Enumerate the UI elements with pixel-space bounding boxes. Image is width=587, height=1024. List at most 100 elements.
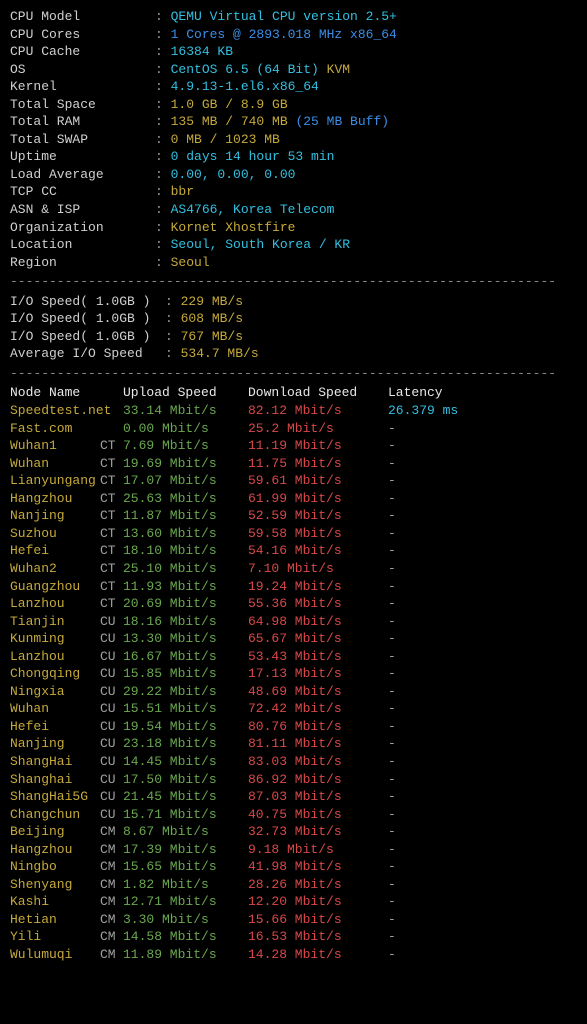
node-tag: CU xyxy=(100,771,123,789)
sys-row: Organization: Kornet Xhostfire xyxy=(10,219,577,237)
table-row: Wuhan2CT25.10 Mbit/s7.10 Mbit/s- xyxy=(10,560,577,578)
node-tag: CT xyxy=(100,578,123,596)
io-label: I/O Speed( 1.0GB ) xyxy=(10,328,165,346)
colon: : xyxy=(165,294,181,309)
latency: - xyxy=(388,789,396,804)
sys-label: ASN & ISP xyxy=(10,201,155,219)
upload-speed: 15.85 Mbit/s xyxy=(123,665,248,683)
table-row: Wuhan1CT7.69 Mbit/s11.19 Mbit/s- xyxy=(10,437,577,455)
node-tag: CM xyxy=(100,841,123,859)
latency: - xyxy=(388,912,396,927)
latency: - xyxy=(388,736,396,751)
upload-speed: 17.07 Mbit/s xyxy=(123,472,248,490)
upload-speed: 17.50 Mbit/s xyxy=(123,771,248,789)
sys-label: Location xyxy=(10,236,155,254)
table-row: NingxiaCU29.22 Mbit/s48.69 Mbit/s- xyxy=(10,683,577,701)
colon: : xyxy=(155,220,171,235)
node-name: Ningxia xyxy=(10,683,100,701)
table-row: HangzhouCM17.39 Mbit/s9.18 Mbit/s- xyxy=(10,841,577,859)
sys-row: CPU Model: QEMU Virtual CPU version 2.5+ xyxy=(10,8,577,26)
table-row: HetianCM3.30 Mbit/s15.66 Mbit/s- xyxy=(10,911,577,929)
sys-value: 4.9.13-1.el6.x86_64 xyxy=(171,79,319,94)
latency: - xyxy=(388,456,396,471)
node-tag: CU xyxy=(100,788,123,806)
sys-value-suffix: (25 MB Buff) xyxy=(288,114,389,129)
latency: - xyxy=(388,859,396,874)
colon: : xyxy=(155,9,171,24)
download-speed: 15.66 Mbit/s xyxy=(248,911,388,929)
node-name: Lianyungang xyxy=(10,472,100,490)
node-tag: CM xyxy=(100,946,123,964)
upload-speed: 15.71 Mbit/s xyxy=(123,806,248,824)
node-tag: CT xyxy=(100,560,123,578)
upload-speed: 15.65 Mbit/s xyxy=(123,858,248,876)
upload-speed: 19.54 Mbit/s xyxy=(123,718,248,736)
upload-speed: 11.89 Mbit/s xyxy=(123,946,248,964)
table-row: LanzhouCT20.69 Mbit/s55.36 Mbit/s- xyxy=(10,595,577,613)
download-speed: 25.2 Mbit/s xyxy=(248,420,388,438)
node-name: Shanghai xyxy=(10,771,100,789)
table-row: ShanghaiCU17.50 Mbit/s86.92 Mbit/s- xyxy=(10,771,577,789)
node-tag: CU xyxy=(100,683,123,701)
sys-label: CPU Model xyxy=(10,8,155,26)
sys-value: 0 days 14 hour 53 min xyxy=(171,149,335,164)
node-name: ShangHai xyxy=(10,753,100,771)
colon: : xyxy=(155,97,171,112)
node-name: Speedtest.net xyxy=(10,402,100,420)
latency: - xyxy=(388,491,396,506)
node-name: Yili xyxy=(10,928,100,946)
upload-speed: 12.71 Mbit/s xyxy=(123,893,248,911)
node-name: Tianjin xyxy=(10,613,100,631)
colon: : xyxy=(155,132,171,147)
io-label: I/O Speed( 1.0GB ) xyxy=(10,310,165,328)
latency: - xyxy=(388,807,396,822)
latency: - xyxy=(388,526,396,541)
sys-label: OS xyxy=(10,61,155,79)
sys-label: Kernel xyxy=(10,78,155,96)
colon: : xyxy=(165,329,181,344)
latency: 26.379 ms xyxy=(388,403,458,418)
latency: - xyxy=(388,701,396,716)
download-speed: 87.03 Mbit/s xyxy=(248,788,388,806)
upload-speed: 1.82 Mbit/s xyxy=(123,876,248,894)
io-speed-block: I/O Speed( 1.0GB ): 229 MB/sI/O Speed( 1… xyxy=(10,293,577,363)
node-name: Chongqing xyxy=(10,665,100,683)
latency: - xyxy=(388,561,396,576)
download-speed: 41.98 Mbit/s xyxy=(248,858,388,876)
node-tag: CT xyxy=(100,507,123,525)
node-name: Wulumuqi xyxy=(10,946,100,964)
table-row: ShangHai5GCU21.45 Mbit/s87.03 Mbit/s- xyxy=(10,788,577,806)
upload-speed: 17.39 Mbit/s xyxy=(123,841,248,859)
download-speed: 19.24 Mbit/s xyxy=(248,578,388,596)
node-name: Lanzhou xyxy=(10,595,100,613)
node-name: Hetian xyxy=(10,911,100,929)
node-name: Hefei xyxy=(10,718,100,736)
table-row: WuhanCT19.69 Mbit/s11.75 Mbit/s- xyxy=(10,455,577,473)
download-speed: 7.10 Mbit/s xyxy=(248,560,388,578)
latency: - xyxy=(388,824,396,839)
download-speed: 54.16 Mbit/s xyxy=(248,542,388,560)
table-row: NanjingCU23.18 Mbit/s81.11 Mbit/s- xyxy=(10,735,577,753)
node-name: Wuhan2 xyxy=(10,560,100,578)
latency: - xyxy=(388,772,396,787)
upload-speed: 25.63 Mbit/s xyxy=(123,490,248,508)
node-tag: CU xyxy=(100,806,123,824)
node-tag: CU xyxy=(100,630,123,648)
node-tag: CM xyxy=(100,858,123,876)
speed-table-body: Speedtest.net33.14 Mbit/s82.12 Mbit/s26.… xyxy=(10,402,577,964)
table-row: HefeiCT18.10 Mbit/s54.16 Mbit/s- xyxy=(10,542,577,560)
node-tag: CT xyxy=(100,437,123,455)
upload-speed: 18.10 Mbit/s xyxy=(123,542,248,560)
upload-speed: 29.22 Mbit/s xyxy=(123,683,248,701)
sys-label: Organization xyxy=(10,219,155,237)
latency: - xyxy=(388,614,396,629)
colon: : xyxy=(155,79,171,94)
table-row: HefeiCU19.54 Mbit/s80.76 Mbit/s- xyxy=(10,718,577,736)
sys-value: Seoul, South Korea / KR xyxy=(171,237,350,252)
node-tag: CU xyxy=(100,613,123,631)
node-name: Kashi xyxy=(10,893,100,911)
node-tag: CM xyxy=(100,823,123,841)
table-row: TianjinCU18.16 Mbit/s64.98 Mbit/s- xyxy=(10,613,577,631)
download-speed: 11.75 Mbit/s xyxy=(248,455,388,473)
colon: : xyxy=(155,167,171,182)
